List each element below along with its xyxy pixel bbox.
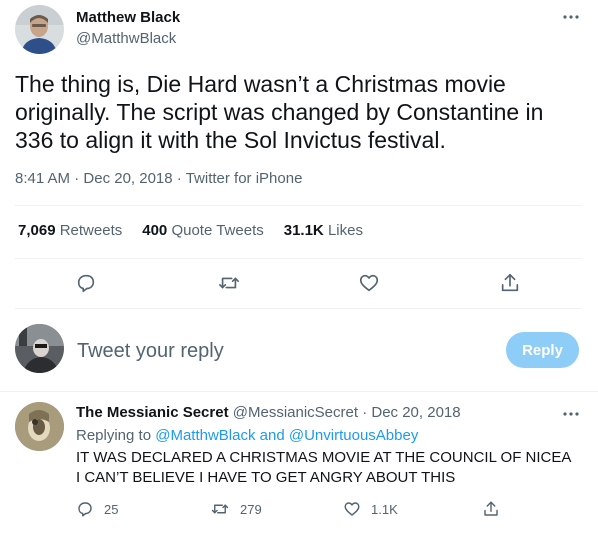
meta-separator: · bbox=[176, 170, 186, 187]
more-options-icon[interactable] bbox=[561, 406, 581, 422]
divider bbox=[15, 308, 582, 309]
reply-bubble-icon[interactable] bbox=[74, 271, 98, 295]
current-user-avatar[interactable] bbox=[15, 324, 64, 373]
replying-to-label: Replying to bbox=[76, 427, 152, 444]
reply-actions: 25 279 1.1K bbox=[76, 500, 576, 520]
divider bbox=[0, 391, 598, 392]
like-count: 1.1K bbox=[371, 501, 398, 517]
replying-to: Replying to @MatthwBlack and @Unvirtuous… bbox=[76, 427, 418, 444]
likes-label: Likes bbox=[327, 222, 363, 239]
reply-date[interactable]: Dec 20, 2018 bbox=[371, 404, 460, 421]
tweet-meta: 8:41 AM · Dec 20, 2018 · Twitter for iPh… bbox=[15, 170, 302, 187]
heart-icon bbox=[343, 500, 361, 518]
reply-share-action[interactable] bbox=[482, 500, 500, 518]
author-avatar[interactable] bbox=[15, 5, 64, 54]
reply-bubble-icon bbox=[76, 500, 94, 518]
tweet-thread: Matthew Black @MatthwBlack The thing is,… bbox=[0, 0, 598, 538]
meta-separator: · bbox=[74, 170, 84, 187]
mention-and: and bbox=[259, 427, 285, 444]
quotes-label: Quote Tweets bbox=[171, 222, 264, 239]
quotes-count: 400 bbox=[142, 222, 168, 239]
tweet-time[interactable]: 8:41 AM bbox=[15, 170, 70, 187]
reply-button[interactable]: Reply bbox=[506, 332, 579, 368]
retweet-count: 279 bbox=[240, 501, 262, 517]
reply-author-handle[interactable]: @MessianicSecret bbox=[233, 404, 358, 421]
reply-author-avatar[interactable] bbox=[15, 402, 64, 451]
reply-reply-action[interactable]: 25 bbox=[76, 500, 118, 518]
divider bbox=[15, 258, 582, 259]
retweets-stat[interactable]: 7,069 Retweets bbox=[18, 222, 122, 239]
retweets-count: 7,069 bbox=[18, 222, 56, 239]
tweet-source[interactable]: Twitter for iPhone bbox=[186, 170, 303, 187]
divider bbox=[15, 205, 582, 206]
author-handle[interactable]: @MatthwBlack bbox=[76, 30, 176, 47]
likes-stat[interactable]: 31.1K Likes bbox=[284, 222, 363, 239]
mention-link[interactable]: @UnvirtuousAbbey bbox=[289, 427, 418, 444]
reply-retweet-action[interactable]: 279 bbox=[210, 500, 262, 518]
tweet-text: The thing is, Die Hard wasn’t a Christma… bbox=[15, 71, 544, 153]
heart-icon[interactable] bbox=[357, 271, 381, 295]
tweet-date[interactable]: Dec 20, 2018 bbox=[83, 170, 172, 187]
reply-author-name[interactable]: The Messianic Secret bbox=[76, 404, 229, 421]
likes-count: 31.1K bbox=[283, 222, 324, 239]
more-options-icon[interactable] bbox=[561, 9, 581, 25]
share-icon[interactable] bbox=[498, 271, 522, 295]
meta-separator: · bbox=[362, 404, 368, 421]
author-name[interactable]: Matthew Black bbox=[76, 9, 180, 26]
engagement-stats: 7,069 Retweets 400 Quote Tweets 31.1K Li… bbox=[18, 222, 363, 239]
reply-count: 25 bbox=[104, 501, 119, 517]
retweets-label: Retweets bbox=[59, 222, 123, 239]
reply-input[interactable]: Tweet your reply bbox=[77, 340, 224, 363]
retweet-icon bbox=[210, 500, 230, 518]
retweet-icon[interactable] bbox=[217, 271, 241, 295]
tweet-actions bbox=[0, 268, 598, 298]
share-icon bbox=[482, 500, 500, 518]
mention-link[interactable]: @MatthwBlack bbox=[155, 427, 255, 444]
reply-header: The Messianic Secret @MessianicSecret · … bbox=[76, 404, 461, 421]
quote-tweets-stat[interactable]: 400 Quote Tweets bbox=[142, 222, 263, 239]
reply-text: IT WAS DECLARED A CHRISTMAS MOVIE AT THE… bbox=[76, 449, 571, 486]
reply-like-action[interactable]: 1.1K bbox=[343, 500, 398, 518]
